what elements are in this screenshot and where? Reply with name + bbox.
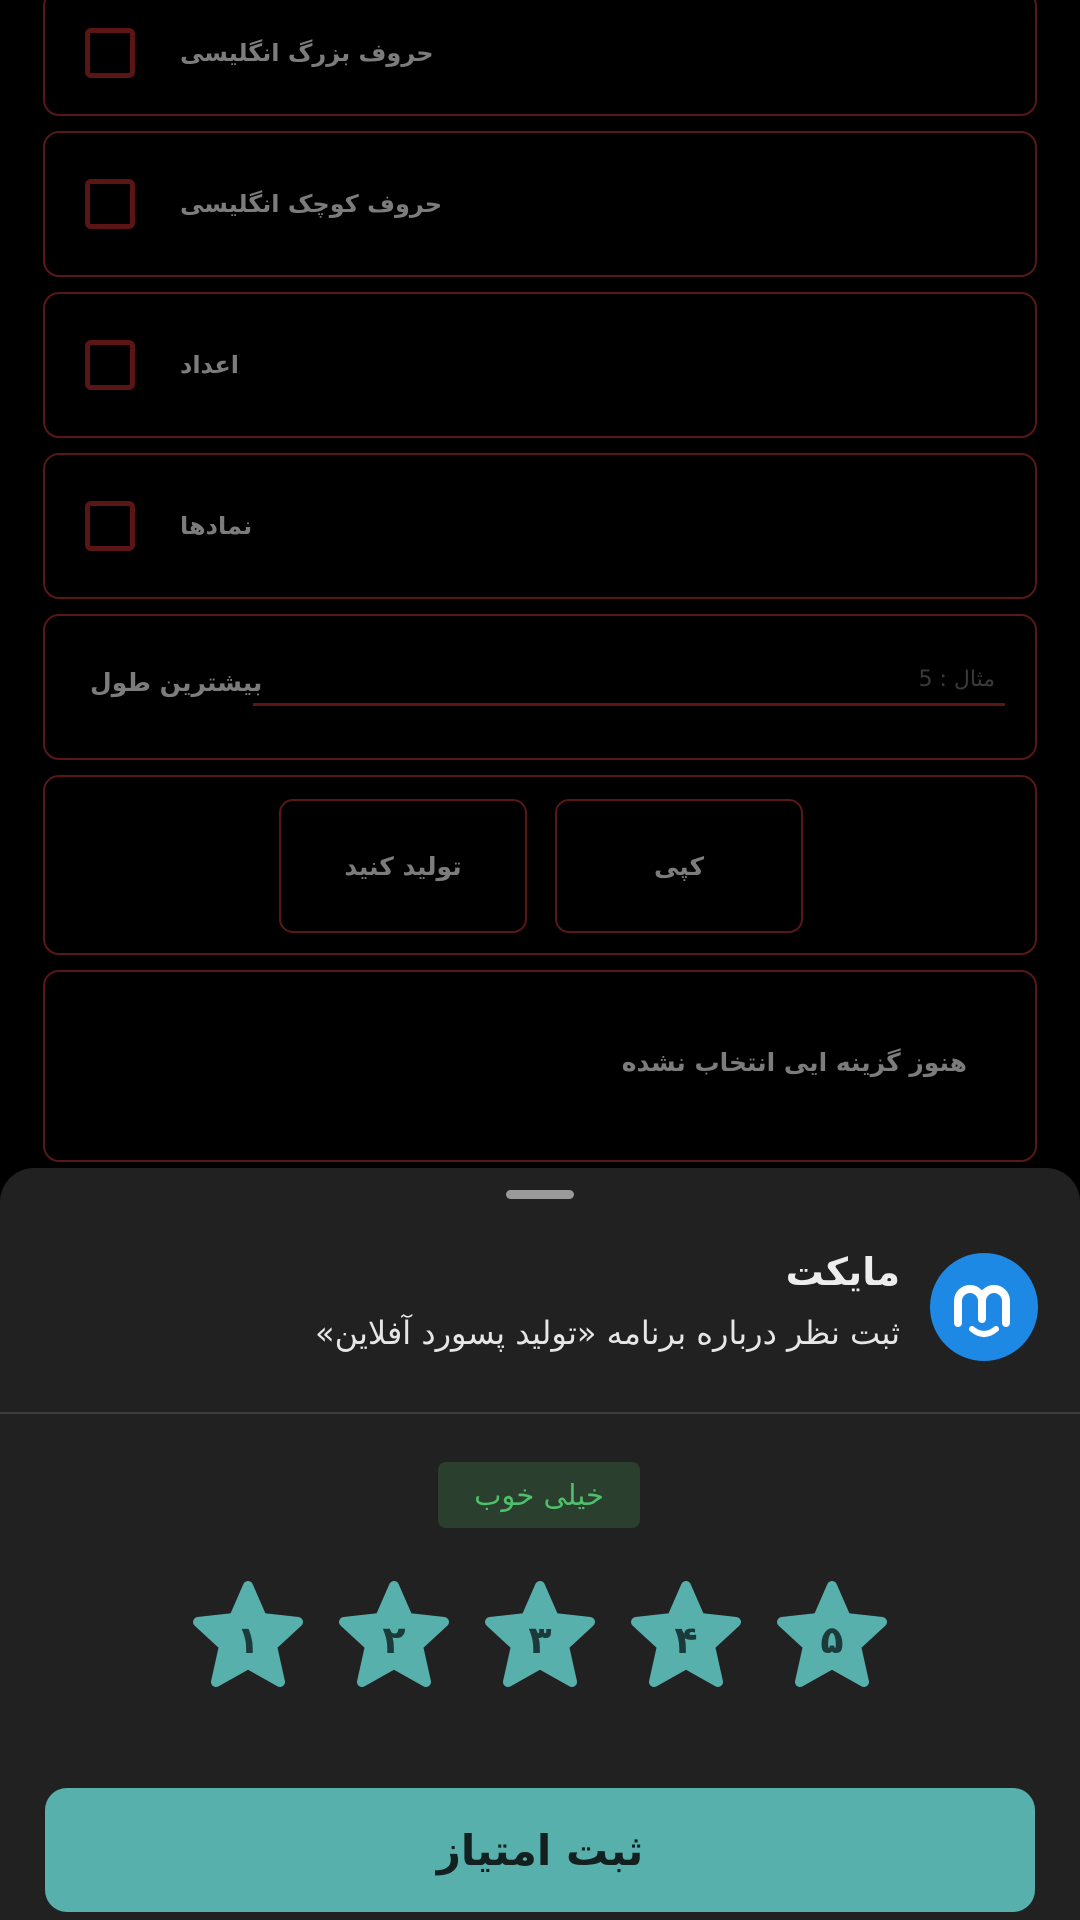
result-card: هنوز گزینه ایی انتخاب نشده [43,970,1037,1162]
divider [0,1412,1080,1414]
drag-handle[interactable] [506,1190,574,1199]
star-number: ۱ [236,1618,260,1662]
screen: حروف بزرگ انگلیسی حروف کوچک انگلیسی اعدا… [0,0,1080,1920]
star-rating-3[interactable]: ۳ [484,1580,596,1688]
lowercase-label: حروف کوچک انگلیسی [180,190,443,218]
copy-button[interactable]: کپی [555,799,803,933]
star-number: ۴ [674,1618,698,1662]
star-number: ۳ [528,1618,552,1662]
option-lowercase[interactable]: حروف کوچک انگلیسی [43,131,1037,277]
star-number: ۵ [820,1618,844,1662]
lowercase-checkbox[interactable] [85,179,135,229]
symbols-label: نمادها [180,512,253,540]
max-length-input[interactable] [253,656,1005,706]
star-rating-4[interactable]: ۴ [630,1580,742,1688]
star-number: ۲ [382,1618,406,1662]
max-length-label: بیشترین طول [90,668,263,697]
result-text: هنوز گزینه ایی انتخاب نشده [621,1048,967,1077]
submit-rating-button[interactable]: ثبت امتیاز [45,1788,1035,1912]
option-symbols[interactable]: نمادها [43,453,1037,599]
star-rating-1[interactable]: ۱ [192,1580,304,1688]
rating-bottom-sheet: مایکت ثبت نظر درباره برنامه «تولید پسورد… [0,1168,1080,1920]
max-length-card: بیشترین طول [43,614,1037,760]
uppercase-checkbox[interactable] [85,28,135,78]
review-subtitle: ثبت نظر درباره برنامه «تولید پسورد آفلای… [315,1314,900,1352]
generate-button[interactable]: تولید کنید [279,799,527,933]
star-rating-2[interactable]: ۲ [338,1580,450,1688]
myket-logo-icon [930,1253,1038,1361]
option-numbers[interactable]: اعداد [43,292,1037,438]
symbols-checkbox[interactable] [85,501,135,551]
rating-text-badge: خیلی خوب [438,1462,640,1528]
actions-card: تولید کنید کپی [43,775,1037,955]
star-rating-5[interactable]: ۵ [776,1580,888,1688]
uppercase-label: حروف بزرگ انگلیسی [180,39,434,67]
numbers-label: اعداد [180,351,240,379]
option-uppercase[interactable]: حروف بزرگ انگلیسی [43,0,1037,116]
app-name: مایکت [785,1250,900,1294]
numbers-checkbox[interactable] [85,340,135,390]
